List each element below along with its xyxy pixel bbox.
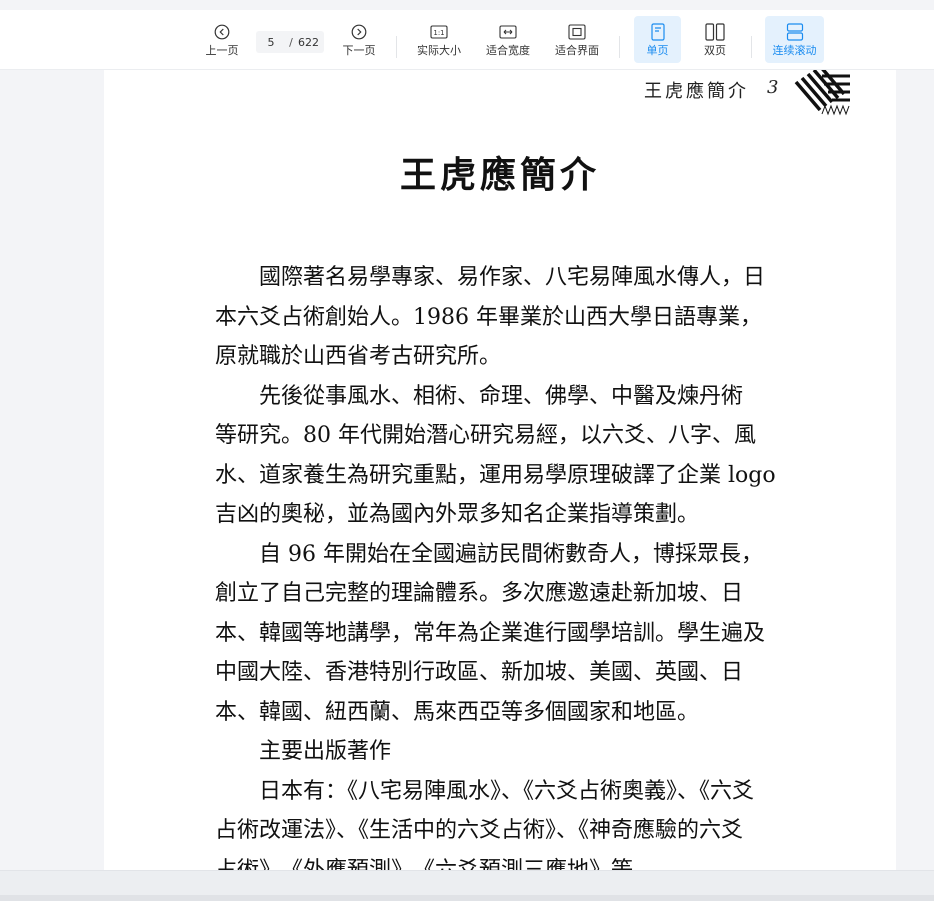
text-line: 本六爻占術創始人。1986 年畢業於山西大學日語專業，: [215, 304, 762, 330]
actual-size-icon: 1:1: [430, 22, 448, 42]
text-line: 占術改運法》、《生活中的六爻占術》、《神奇應驗的六爻: [215, 818, 744, 843]
text-line: 中國大陸、香港特別行政區、新加坡、美國、英國、日: [215, 660, 744, 685]
text-line: 日本有：《八宅易陣風水》、《六爻占術奧義》、《六爻: [259, 778, 755, 804]
page-indicator: 5 / 622: [256, 31, 324, 53]
toolbar-divider: [619, 36, 620, 58]
actual-size-label: 实际大小: [417, 44, 461, 57]
total-pages: 622: [298, 35, 319, 49]
fit-width-button[interactable]: 适合宽度: [481, 10, 535, 69]
text-line: 等研究。80 年代開始潛心研究易經，以六爻、八字、風: [215, 423, 756, 448]
horizontal-scrollbar[interactable]: [0, 895, 934, 901]
text-line: 本、韓國等地講學，常年為企業進行國學培訓。學生遍及: [215, 620, 766, 646]
text-line: 主要出版著作: [259, 739, 392, 764]
double-page-icon: [705, 22, 725, 42]
actual-size-button[interactable]: 1:1 实际大小: [412, 10, 466, 69]
text-line: 國際著名易學專家、易作家、八宅易陣風水傳人，日: [259, 265, 766, 290]
continuous-scroll-icon: [786, 22, 804, 42]
fit-width-label: 适合宽度: [486, 44, 530, 57]
double-page-label: 双页: [704, 44, 726, 57]
text-line: 先後從事風水、相術、命理、佛學、中醫及煉丹術: [259, 383, 744, 409]
text-line: 本、韓國、紐西蘭、馬來西亞等多個國家和地區。: [215, 699, 700, 725]
fit-page-button[interactable]: 适合界面: [550, 10, 604, 69]
text-line: 原就職於山西省考古研究所。: [215, 344, 502, 369]
single-page-button[interactable]: 单页: [634, 16, 681, 63]
text-line: 創立了自己完整的理論體系。多次應邀遠赴新加坡、日: [215, 581, 744, 606]
page-title: 王虎應簡介: [399, 154, 600, 196]
next-page-label: 下一页: [342, 44, 376, 57]
toolbar-divider: [396, 36, 397, 58]
document-body: 國際著名易學專家、易作家、八宅易陣風水傳人，日 本六爻占術創始人。1986 年畢…: [215, 258, 775, 870]
single-page-icon: [650, 22, 665, 42]
fit-page-label: 适合界面: [555, 44, 599, 57]
fit-page-icon: [568, 22, 586, 42]
running-page-number: 3: [767, 77, 779, 98]
text-line: 水、道家養生為研究重點，運用易學原理破譯了企業 logo: [215, 462, 775, 488]
continuous-scroll-label: 连续滚动: [772, 44, 817, 57]
document-page: 王虎應簡介 3 王虎應簡介 國際著名易學專家、易作家、八宅易陣風水傳人，日 本六…: [104, 70, 896, 870]
fit-width-icon: [499, 22, 517, 42]
prev-page-label: 上一页: [205, 44, 239, 57]
chevron-right-circle-icon: [351, 22, 367, 42]
svg-text:1:1: 1:1: [433, 29, 444, 37]
text-line: 吉凶的奧秘，並為國內外眾多知名企業指導策劃。: [215, 502, 700, 527]
text-line: 自 96 年開始在全國遍訪民間術數奇人，博採眾長，: [259, 541, 763, 567]
running-header: 王虎應簡介: [644, 81, 749, 102]
prev-page-button[interactable]: 上一页: [200, 10, 244, 69]
single-page-label: 单页: [646, 44, 669, 57]
chevron-left-circle-icon: [214, 22, 230, 42]
bottom-bar: [0, 870, 934, 901]
page-separator: /: [289, 35, 293, 49]
current-page-input[interactable]: 5: [256, 36, 286, 49]
continuous-scroll-button[interactable]: 连续滚动: [765, 16, 824, 63]
decorative-ornament-icon: [794, 70, 850, 116]
double-page-button[interactable]: 双页: [693, 10, 737, 69]
next-page-button[interactable]: 下一页: [337, 10, 381, 69]
toolbar-divider: [751, 36, 752, 58]
text-line: 占術》、《外應預測》、《六爻預測三應地》等。: [215, 857, 656, 871]
viewer-toolbar: 上一页 5 / 622 下一页 1:1 实际大小 适合宽度 适合界面 单页 双页…: [0, 10, 934, 70]
